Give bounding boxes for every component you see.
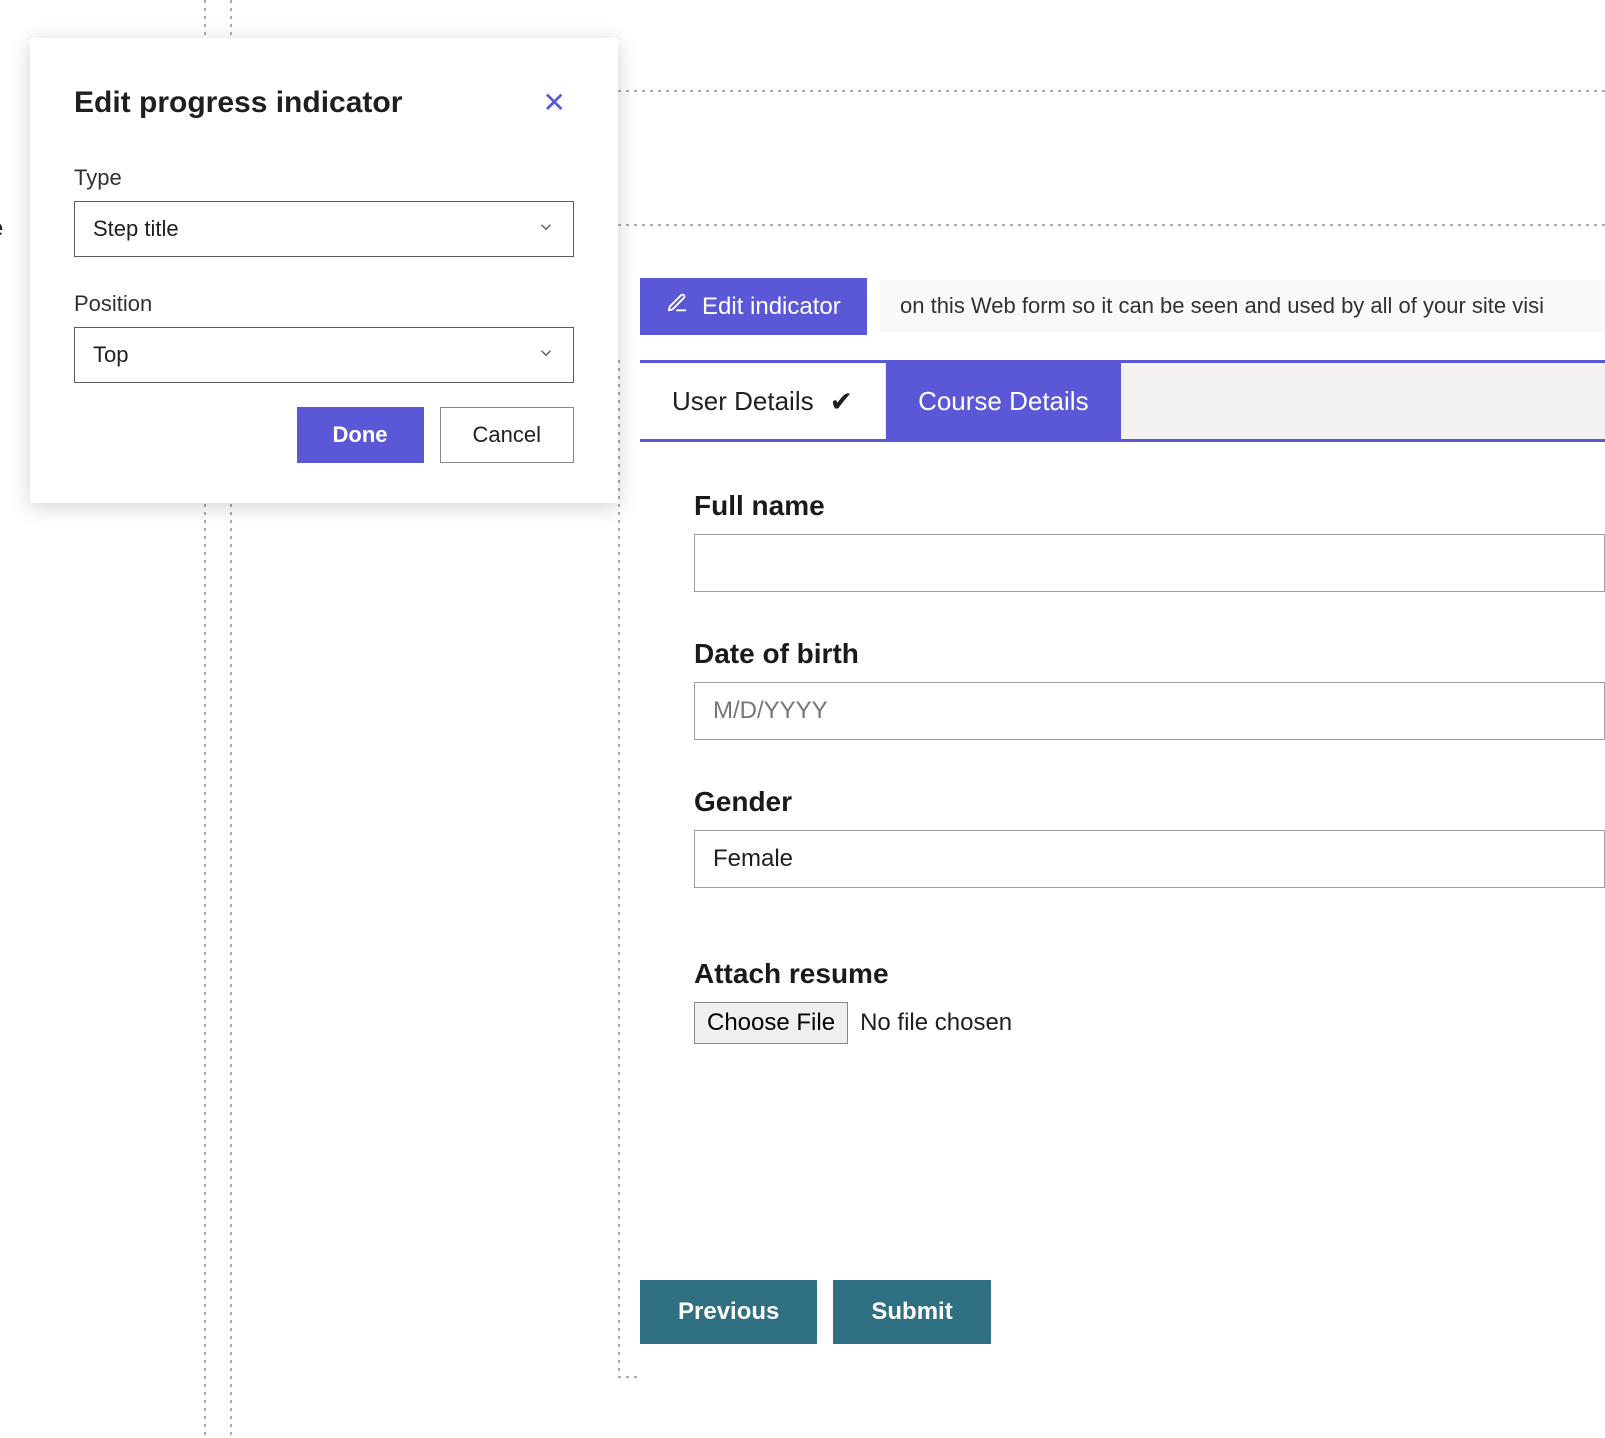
edit-indicator-button[interactable]: Edit indicator [640, 278, 867, 335]
fullname-label: Full name [694, 490, 1605, 522]
position-value: Top [93, 342, 128, 368]
edit-indicator-label: Edit indicator [702, 293, 841, 321]
publish-hint-bar: on this Web form so it can be seen and u… [880, 280, 1605, 332]
type-select[interactable]: Step title [74, 201, 574, 257]
pencil-icon [666, 292, 688, 321]
dialog-title: Edit progress indicator [74, 86, 402, 120]
step-course-details[interactable]: Course Details [886, 363, 1121, 439]
chevron-down-icon [537, 342, 555, 368]
publish-hint-text: on this Web form so it can be seen and u… [900, 293, 1544, 319]
dob-input[interactable] [694, 682, 1605, 740]
gender-label: Gender [694, 786, 1605, 818]
cancel-button[interactable]: Cancel [440, 407, 574, 463]
step-user-details[interactable]: User Details ✔ [640, 363, 886, 439]
dob-label: Date of birth [694, 638, 1605, 670]
choose-file-button[interactable]: Choose File [694, 1002, 848, 1044]
type-value: Step title [93, 216, 179, 242]
layout-guide-horizontal [450, 90, 1605, 92]
check-icon: ✔ [830, 385, 853, 418]
edit-progress-indicator-dialog: Edit progress indicator ✕ Type Step titl… [30, 38, 618, 503]
file-status-text: No file chosen [860, 1009, 1012, 1037]
step-label: Course Details [918, 386, 1089, 417]
form-body: Full name Date of birth Gender Female At… [640, 442, 1605, 1378]
close-icon: ✕ [543, 87, 566, 118]
step-tabs: User Details ✔ Course Details [640, 360, 1605, 442]
previous-button[interactable]: Previous [640, 1280, 817, 1344]
form-region-left-dash [618, 360, 620, 1376]
chevron-down-icon [537, 216, 555, 242]
done-button[interactable]: Done [297, 407, 424, 463]
truncated-left-text: e [0, 215, 3, 243]
fullname-input[interactable] [694, 534, 1605, 592]
position-field-label: Position [74, 291, 574, 317]
submit-button[interactable]: Submit [833, 1280, 990, 1344]
type-field-label: Type [74, 165, 574, 191]
gender-value: Female [713, 845, 793, 872]
layout-guide-horizontal-2 [450, 224, 1605, 226]
attach-resume-label: Attach resume [694, 958, 1605, 990]
position-select[interactable]: Top [74, 327, 574, 383]
form-nav-buttons: Previous Submit [640, 1280, 991, 1344]
gender-select[interactable]: Female [694, 830, 1605, 888]
close-button[interactable]: ✕ [535, 82, 574, 123]
step-label: User Details [672, 386, 814, 417]
